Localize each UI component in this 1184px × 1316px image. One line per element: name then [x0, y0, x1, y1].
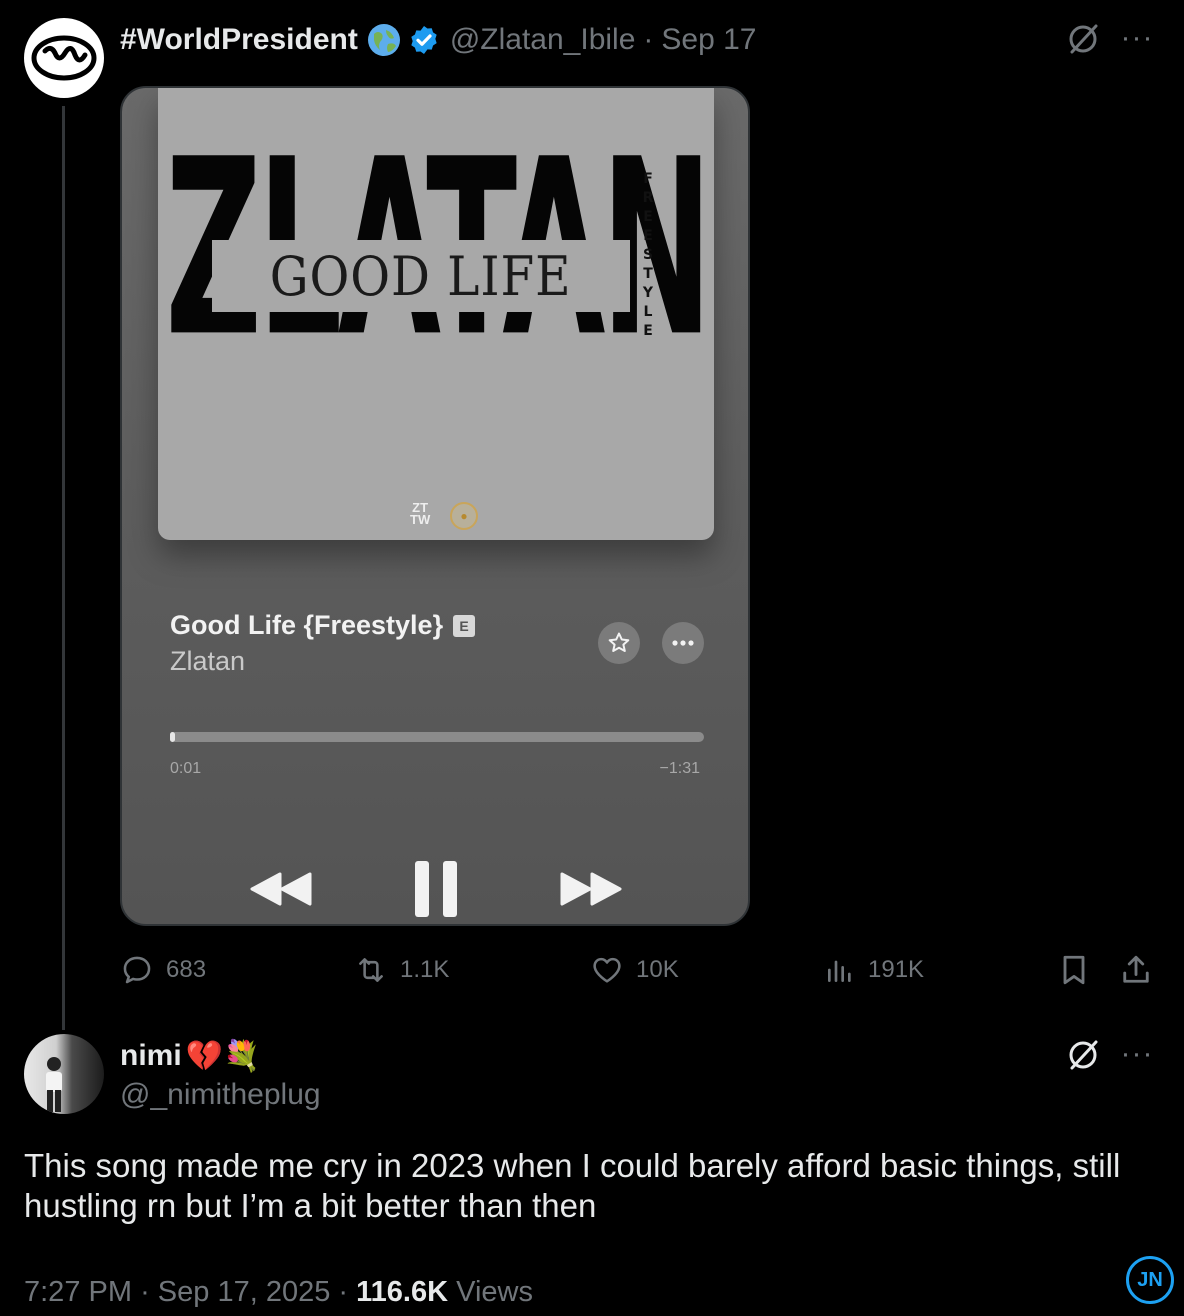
repost-icon: [359, 958, 383, 982]
tweet-date[interactable]: Sep 17: [661, 23, 756, 57]
progress-fill: [170, 732, 176, 742]
like-button[interactable]: 10K: [590, 950, 679, 990]
reply-text: This song made me cry in 2023 when I cou…: [24, 1147, 1121, 1224]
rewind-icon[interactable]: [248, 864, 314, 914]
tweet-media-image[interactable]: ZLATAN GOOD LIFE FREESTYLE ZTTW ● Good L…: [120, 86, 750, 926]
reply-grok-icon[interactable]: [1064, 1036, 1102, 1074]
cover-subtitle: GOOD LIFE: [212, 240, 630, 312]
cover-vertical-letter: S: [642, 247, 654, 263]
player-more-icon[interactable]: [662, 622, 704, 664]
cover-vertical-letter: E: [643, 323, 653, 339]
album-cover: ZLATAN GOOD LIFE FREESTYLE ZTTW ●: [158, 88, 714, 540]
globe-icon: [366, 22, 402, 58]
share-icon: [1123, 955, 1149, 983]
bookmark-button[interactable]: [1056, 950, 1104, 990]
grok-icon[interactable]: [1064, 20, 1102, 58]
reply-count: 683: [166, 956, 207, 983]
reply-author-avatar[interactable]: [24, 1034, 104, 1114]
name-emojis: 💔💐: [185, 1039, 261, 1073]
cover-vertical-letter: Y: [642, 285, 654, 301]
bookmark-icon: [1063, 955, 1085, 985]
post-time[interactable]: 7:27 PM: [24, 1276, 132, 1308]
views-count: 191K: [868, 956, 925, 983]
post-date[interactable]: Sep 17, 2025: [158, 1276, 331, 1308]
pause-icon[interactable]: [406, 856, 466, 922]
cover-vertical-text: FREESTYLE: [640, 170, 656, 341]
heart-icon: [593, 957, 621, 983]
cover-vertical-letter: T: [643, 266, 653, 282]
views-button[interactable]: 191K: [824, 950, 924, 990]
fast-forward-icon[interactable]: [558, 864, 624, 914]
cover-vertical-letter: L: [643, 304, 653, 320]
tweet-meta: 7:27 PM · Sep 17, 2025 · 116.6K Views: [24, 1276, 533, 1309]
avatar-photo-icon: [46, 1057, 62, 1112]
more-options-icon[interactable]: ···: [1116, 20, 1158, 56]
cover-vertical-letter: E: [643, 209, 653, 225]
views-label: Views: [456, 1276, 533, 1308]
cover-vertical-letter: F: [643, 171, 653, 187]
reply-handle[interactable]: @_nimitheplug: [120, 1078, 321, 1112]
verified-badge-icon[interactable]: [408, 24, 440, 56]
author-handle[interactable]: @Zlatan_Ibile: [450, 23, 636, 57]
song-artist: Zlatan: [170, 646, 246, 676]
views-chart-icon: [828, 960, 851, 982]
cover-seal-icon: ●: [450, 502, 478, 530]
share-button[interactable]: [1118, 950, 1166, 990]
progress-bar[interactable]: [170, 732, 704, 742]
thread-line: [62, 106, 65, 1030]
meta-separator: ·: [140, 1276, 150, 1308]
repost-button[interactable]: 1.1K: [354, 950, 449, 990]
header-separator: ·: [643, 23, 654, 56]
reply-icon: [123, 956, 151, 984]
time-remaining: −1:31: [659, 760, 700, 777]
like-count: 10K: [636, 956, 679, 983]
song-title: Good Life {Freestyle} E: [170, 610, 476, 641]
reply-display-name[interactable]: nimi 💔💐: [120, 1036, 260, 1076]
tweet-header: #WorldPresident @Zlatan_Ibile · Sep 17: [120, 20, 757, 60]
watermark-logo: JN: [1126, 1256, 1174, 1304]
reply-more-options-icon[interactable]: ···: [1116, 1036, 1158, 1072]
repost-count: 1.1K: [400, 956, 450, 983]
favorite-star-icon[interactable]: [598, 622, 640, 664]
author-avatar[interactable]: [24, 18, 104, 98]
cover-label-logo: ZT TW: [410, 500, 431, 527]
reply-button[interactable]: 683: [120, 950, 206, 990]
cover-vertical-letter: E: [643, 228, 653, 244]
tweet-actions: 683 1.1K 10K 191K: [120, 950, 1160, 990]
author-logo-icon: [31, 35, 97, 81]
time-elapsed: 0:01: [170, 760, 202, 777]
meta-separator-2: ·: [338, 1276, 349, 1308]
views-total: 116.6K: [356, 1276, 449, 1308]
cover-vertical-letter: R: [642, 190, 654, 206]
explicit-badge: E: [453, 614, 476, 637]
author-display-name[interactable]: #WorldPresident: [120, 23, 358, 57]
